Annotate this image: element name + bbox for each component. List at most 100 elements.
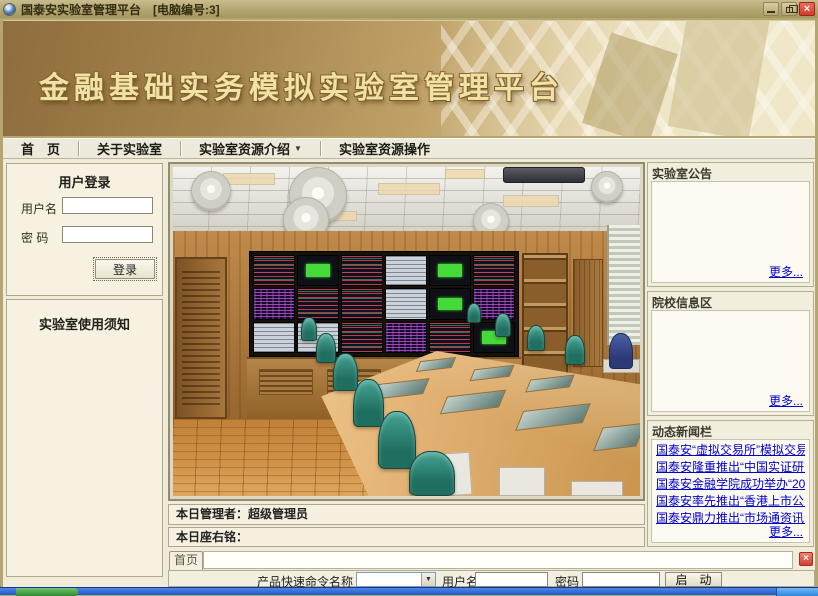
announcements-title: 实验室公告 [648, 163, 813, 180]
monitor-screen [385, 255, 427, 286]
close-button[interactable]: × [799, 2, 815, 16]
start-button[interactable]: 启 动 [665, 572, 722, 587]
minimize-icon [767, 11, 775, 13]
lab-photo-frame [168, 162, 645, 501]
news-link[interactable]: 国泰安率先推出“香港上市公司研... [656, 494, 805, 508]
login-panel: 用户登录 用户名 密 码 登录 [6, 163, 163, 296]
college-info-body: 更多... [651, 310, 810, 412]
minimize-button[interactable] [763, 2, 779, 16]
dropdown-arrow-icon: ▼ [421, 573, 435, 586]
motto-row: 本日座右铭： [168, 527, 645, 547]
under-table-cabinet [499, 467, 545, 496]
monitor-screen [341, 322, 383, 353]
cmd-username-field[interactable] [475, 572, 548, 587]
restore-icon [786, 7, 793, 13]
window-controls: × [763, 2, 815, 16]
office-chair [565, 335, 585, 365]
news-panel: 动态新闻栏 国泰安“虚拟交易所”模拟交易系统... 国泰安隆重推出“中国实证研究… [647, 420, 814, 547]
news-body: 国泰安“虚拟交易所”模拟交易系统... 国泰安隆重推出“中国实证研究网”... … [651, 439, 810, 543]
cmd-password-field[interactable] [582, 572, 660, 587]
office-chair [316, 333, 336, 363]
monitor-screen [297, 288, 339, 319]
tab-home[interactable]: 首页 [169, 551, 203, 570]
banner-title: 金融基础实务模拟实验室管理平台 [39, 63, 564, 107]
news-title: 动态新闻栏 [648, 421, 813, 438]
ceiling-light [223, 173, 275, 185]
nav-item-lab-resources-intro[interactable]: 实验室资源介绍▼ [181, 137, 320, 160]
news-link[interactable]: 国泰安“虚拟交易所”模拟交易系统... [656, 443, 805, 457]
news-link[interactable]: 国泰安金融学院成功举办“2008中... [656, 477, 805, 491]
monitor-screen [429, 288, 471, 319]
nav-item-home[interactable]: 首 页 [3, 137, 78, 160]
username-field[interactable] [62, 197, 153, 214]
window-blinds [607, 225, 640, 345]
ceiling-fan [191, 171, 231, 211]
nav-bar: 首 页 关于实验室 实验室资源介绍▼ 实验室资源操作 [3, 138, 815, 159]
app-globe-icon [3, 3, 16, 16]
lab-notice-panel: 实验室使用须知 [6, 299, 163, 577]
window-title: 国泰安实验室管理平台 [电脑编号:3] [21, 1, 763, 18]
taskbar[interactable] [0, 587, 818, 595]
nav-label: 关于实验室 [97, 139, 162, 158]
username-label: 用户名 [21, 200, 57, 217]
office-chair [333, 353, 358, 391]
login-title: 用户登录 [7, 172, 162, 191]
ceiling-light [378, 183, 440, 195]
projector [503, 167, 585, 183]
tab-strip-track [203, 551, 793, 569]
monitor-screen [297, 255, 339, 286]
monitor-screen [473, 255, 515, 286]
bottom-tab-strip: 首页 × [168, 550, 815, 570]
monitor-screen [429, 255, 471, 286]
title-bar: 国泰安实验室管理平台 [电脑编号:3] × [0, 0, 818, 18]
monitor-screen [253, 255, 295, 286]
cabinet-vent [259, 369, 313, 395]
college-info-title: 院校信息区 [648, 292, 813, 309]
news-more-link[interactable]: 更多... [769, 523, 803, 540]
college-info-panel: 院校信息区 更多... [647, 291, 814, 416]
monitor-screen [385, 322, 427, 353]
restore-button[interactable] [781, 2, 797, 16]
tab-strip-close-button[interactable]: × [799, 552, 813, 566]
left-door [175, 257, 227, 419]
nav-label: 首 页 [21, 139, 60, 158]
manager-value: 超级管理员 [248, 507, 308, 521]
lab-photo [173, 167, 640, 496]
monitor-screen [429, 322, 471, 353]
office-chair [495, 313, 511, 337]
nav-item-lab-resources-ops[interactable]: 实验室资源操作 [321, 137, 448, 160]
close-icon: × [804, 3, 810, 15]
door-louvre [182, 271, 220, 405]
office-chair [301, 317, 317, 341]
nav-label: 实验室资源介绍 [199, 139, 290, 158]
monitor-screen [385, 288, 427, 319]
monitor-wall [249, 251, 519, 357]
application-root: { "window": { "title": "国泰安实验室管理平台 [电脑编号… [0, 0, 818, 595]
lab-notice-title: 实验室使用须知 [7, 314, 162, 333]
nav-item-about-lab[interactable]: 关于实验室 [79, 137, 180, 160]
ceiling-light [503, 195, 559, 207]
announcements-panel: 实验室公告 更多... [647, 162, 814, 287]
office-chair [378, 411, 416, 469]
office-chair-blue [609, 333, 633, 369]
password-label: 密 码 [21, 229, 48, 246]
announcements-body: 更多... [651, 181, 810, 283]
announcements-more-link[interactable]: 更多... [769, 263, 803, 280]
monitor-screen [253, 322, 295, 353]
office-chair [527, 325, 545, 351]
ceiling-fan [591, 171, 623, 203]
manager-row: 本日管理者：超级管理员 [168, 504, 645, 525]
ceiling-light [445, 169, 485, 179]
monitor-screen [341, 288, 383, 319]
monitor-screen [341, 255, 383, 286]
manager-label: 本日管理者： [176, 507, 248, 521]
nav-label: 实验室资源操作 [339, 139, 430, 158]
college-info-more-link[interactable]: 更多... [769, 392, 803, 409]
login-button[interactable]: 登录 [95, 259, 155, 279]
office-chair [353, 379, 384, 427]
password-field[interactable] [62, 226, 153, 243]
bookshelf [522, 253, 568, 375]
command-bar: 产品快速命令名称 ▼ 用户名 密码 启 动 [168, 570, 815, 587]
news-link[interactable]: 国泰安隆重推出“中国实证研究网”... [656, 460, 805, 474]
quick-command-select[interactable]: ▼ [356, 572, 436, 587]
